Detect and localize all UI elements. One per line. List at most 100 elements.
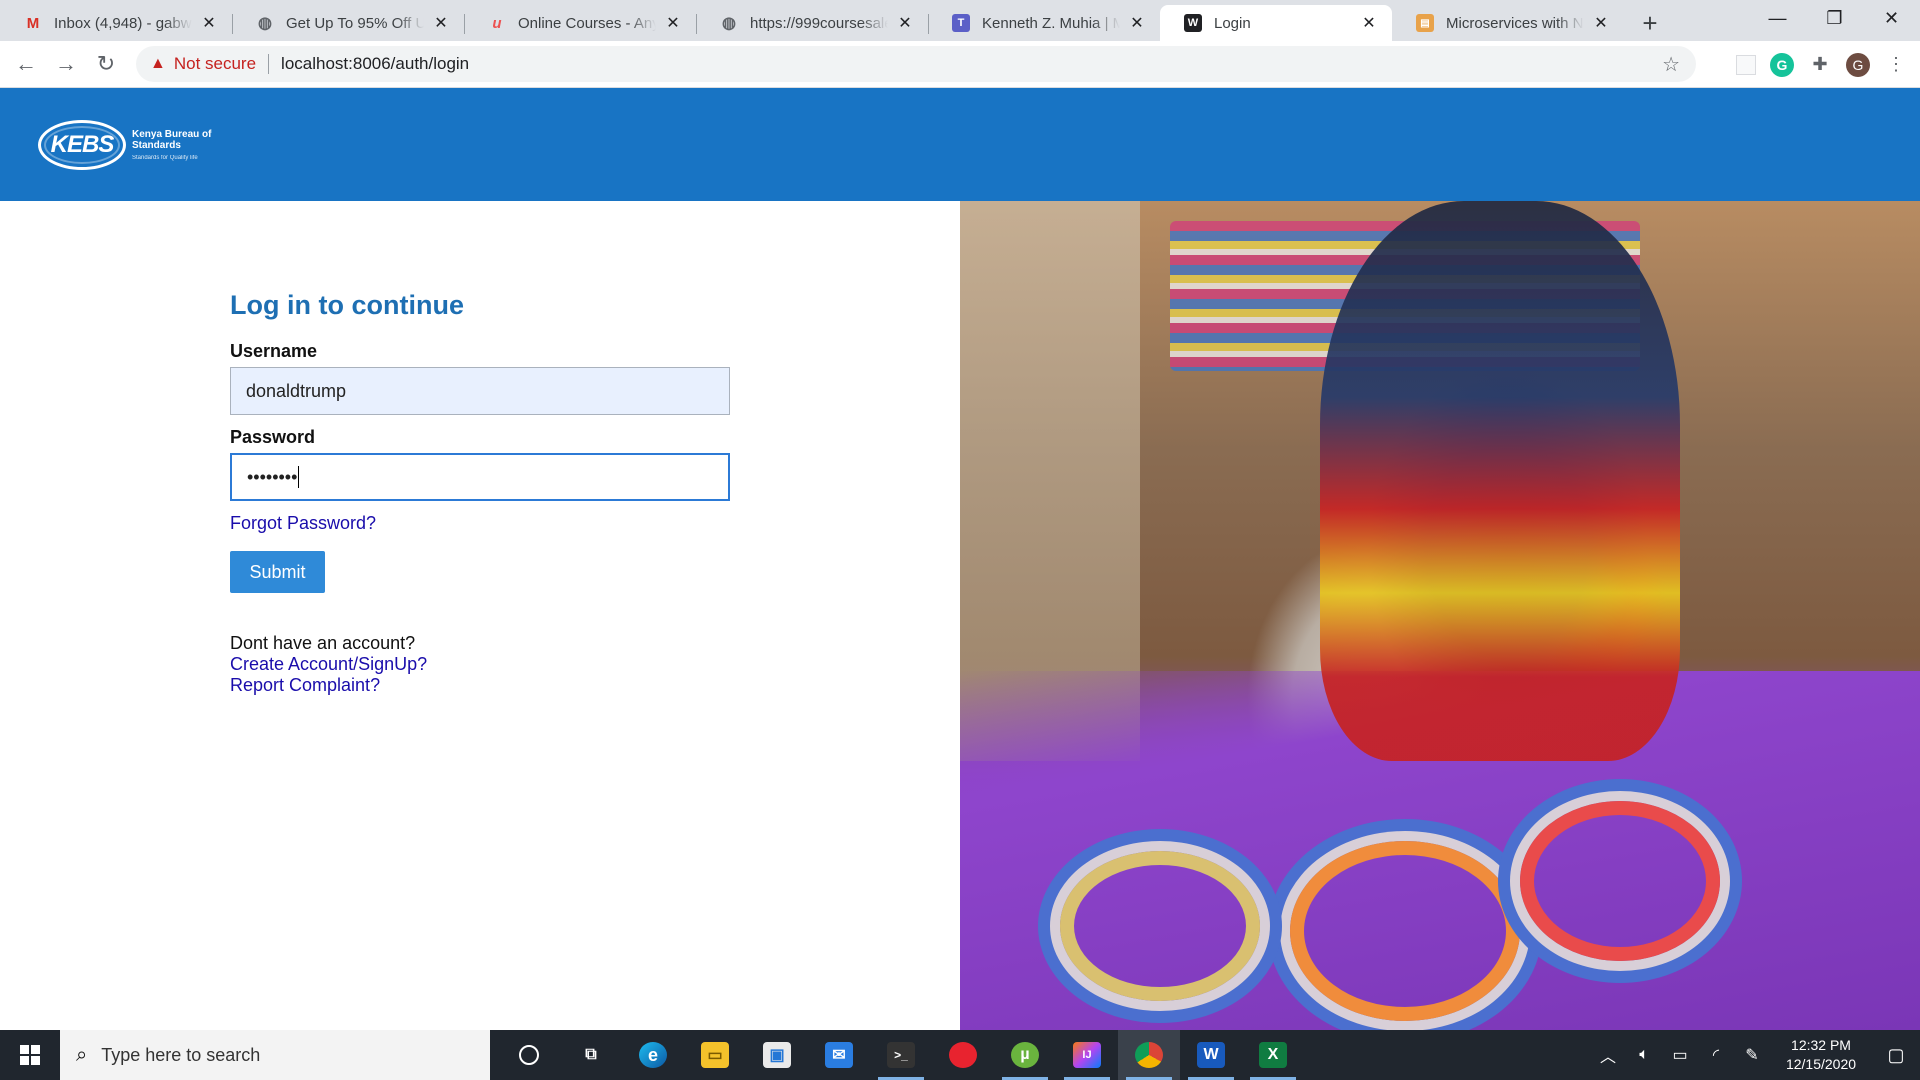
file-explorer-icon[interactable]: ▭ — [684, 1030, 746, 1080]
screen: M Inbox (4,948) - gabwor ✕ ◍ Get Up To 9… — [0, 0, 1920, 1080]
clock-date: 12/15/2020 — [1785, 1056, 1857, 1072]
tab-online-courses[interactable]: u Online Courses - Anytir ✕ — [464, 5, 696, 41]
store-icon[interactable]: ▣ — [746, 1030, 808, 1080]
tab-teams[interactable]: T Kenneth Z. Muhia | Mic ✕ — [928, 5, 1160, 41]
reload-button[interactable]: ↻ — [86, 44, 126, 84]
bead-necklace — [1520, 801, 1720, 961]
globe-icon: ◍ — [722, 15, 736, 32]
udemy-icon: u — [492, 14, 502, 32]
opera-icon[interactable]: O — [932, 1030, 994, 1080]
teams-icon: T — [952, 14, 970, 32]
notification-icon[interactable]: ▢ — [1872, 1030, 1920, 1080]
terminal-icon[interactable]: >_ — [870, 1030, 932, 1080]
w-icon: W — [1184, 14, 1202, 32]
login-form: Log in to continue Username donaldtrump … — [230, 201, 730, 696]
no-account-text: Dont have an account? — [230, 633, 416, 653]
window-controls: — ❐ ✕ — [1749, 0, 1920, 36]
windows-taskbar: ⌕ Type here to search O ⧉ e ▭ ▣ ✉ >_ O µ… — [0, 1030, 1920, 1080]
wifi-icon[interactable]: ◜ — [1698, 1045, 1734, 1065]
intellij-icon[interactable]: IJ — [1056, 1030, 1118, 1080]
puzzle-icon[interactable]: ✚ — [1808, 53, 1832, 77]
create-account-link[interactable]: Create Account/SignUp? — [230, 654, 730, 675]
extension-icon[interactable] — [1736, 54, 1756, 75]
logo-tagline: Standards for Quality life — [132, 154, 198, 161]
chevron-up-icon[interactable]: ︿ — [1590, 1043, 1626, 1067]
close-icon[interactable]: ✕ — [200, 14, 218, 32]
username-field[interactable]: donaldtrump — [230, 367, 730, 415]
tab-microservices[interactable]: ▤ Microservices with Noc ✕ — [1392, 5, 1624, 41]
password-value: •••••••• — [247, 466, 298, 487]
logo-line-1: Kenya Bureau of — [132, 128, 212, 140]
tab-udemy-offer[interactable]: ◍ Get Up To 95% Off Ude ✕ — [232, 5, 464, 41]
close-icon[interactable]: ✕ — [1360, 14, 1378, 32]
start-button[interactable] — [0, 1030, 60, 1080]
security-indicator[interactable]: Not secure — [174, 54, 256, 74]
page-content: KEBS Kenya Bureau of Standards Standards… — [0, 88, 1920, 1030]
globe-icon: ◍ — [258, 15, 272, 32]
book-icon: ▤ — [1416, 14, 1434, 32]
tab-title: Login — [1214, 14, 1251, 32]
close-window-button[interactable]: ✕ — [1863, 0, 1920, 36]
logo-mark: KEBS — [38, 120, 126, 170]
site-header: KEBS Kenya Bureau of Standards Standards… — [0, 88, 1920, 201]
username-label: Username — [230, 341, 318, 361]
tab-title: Get Up To 95% Off Ude — [286, 14, 424, 32]
excel-icon[interactable]: X — [1242, 1030, 1304, 1080]
kebs-logo[interactable]: KEBS Kenya Bureau of Standards Standards… — [38, 120, 211, 170]
clock-time: 12:32 PM — [1791, 1037, 1851, 1053]
minimize-button[interactable]: — — [1749, 0, 1806, 36]
menu-kebab-icon[interactable]: ⋮ — [1884, 53, 1908, 77]
mail-icon[interactable]: ✉ — [808, 1030, 870, 1080]
logo-text: Kenya Bureau of Standards Standards for … — [132, 129, 211, 162]
bookmark-star-icon[interactable]: ☆ — [1662, 52, 1680, 77]
volume-icon[interactable]: 🔈︎ — [1626, 1046, 1662, 1064]
battery-icon[interactable]: ▭ — [1662, 1045, 1698, 1065]
address-bar[interactable]: ▲ Not secure localhost:8006/auth/login ☆ — [136, 46, 1696, 82]
windows-logo-icon — [20, 1045, 40, 1065]
forgot-password-link[interactable]: Forgot Password? — [230, 513, 730, 534]
grammarly-icon[interactable]: G — [1770, 52, 1794, 77]
vendor-figure — [1320, 201, 1680, 761]
utorrent-icon[interactable]: µ — [994, 1030, 1056, 1080]
close-icon[interactable]: ✕ — [1592, 14, 1610, 32]
profile-avatar[interactable]: G — [1846, 52, 1870, 77]
bead-necklace — [1060, 851, 1260, 1001]
chrome-icon[interactable]: ◉ — [1118, 1030, 1180, 1080]
warning-icon: ▲ — [150, 55, 166, 72]
password-field[interactable]: •••••••• — [230, 453, 730, 501]
taskbar-apps: O ⧉ e ▭ ▣ ✉ >_ O µ IJ ◉ W X — [498, 1030, 1304, 1080]
search-icon: ⌕ — [76, 1043, 88, 1066]
system-tray: ︿ 🔈︎ ▭ ◜ ✎ 12:32 PM 12/15/2020 ▢ — [1590, 1030, 1920, 1080]
report-complaint-link[interactable]: Report Complaint? — [230, 675, 730, 696]
new-tab-button[interactable]: + — [1630, 5, 1670, 41]
clock[interactable]: 12:32 PM 12/15/2020 — [1776, 1036, 1866, 1074]
close-icon[interactable]: ✕ — [664, 14, 682, 32]
forward-button[interactable]: → — [46, 44, 86, 84]
divider — [268, 54, 270, 74]
bead-necklace — [1290, 841, 1520, 1021]
tab-login[interactable]: W Login ✕ — [1160, 5, 1392, 41]
restore-button[interactable]: ❐ — [1806, 0, 1863, 36]
cortana-icon[interactable]: O — [498, 1030, 560, 1080]
word-icon[interactable]: W — [1180, 1030, 1242, 1080]
task-view-icon[interactable]: ⧉ — [560, 1030, 622, 1080]
close-icon[interactable]: ✕ — [896, 14, 914, 32]
tab-title: https://999coursesale.c — [750, 14, 888, 32]
text-cursor — [298, 466, 300, 488]
tab-title: Online Courses - Anytir — [518, 14, 656, 32]
submit-button[interactable]: Submit — [230, 551, 325, 593]
close-icon[interactable]: ✕ — [1128, 14, 1146, 32]
url-text[interactable]: localhost:8006/auth/login — [281, 54, 469, 74]
close-icon[interactable]: ✕ — [432, 14, 450, 32]
tab-gmail[interactable]: M Inbox (4,948) - gabwor ✕ — [0, 5, 232, 41]
tab-title: Kenneth Z. Muhia | Mic — [982, 14, 1120, 32]
back-button[interactable]: ← — [6, 44, 46, 84]
tab-999coursesale[interactable]: ◍ https://999coursesale.c ✕ — [696, 5, 928, 41]
market-photo — [960, 201, 1920, 1030]
pen-icon[interactable]: ✎ — [1734, 1045, 1770, 1065]
password-label: Password — [230, 427, 316, 447]
page-title: Log in to continue — [230, 290, 464, 320]
search-placeholder: Type here to search — [101, 1044, 261, 1065]
edge-icon[interactable]: e — [622, 1030, 684, 1080]
taskbar-search[interactable]: ⌕ Type here to search — [60, 1030, 490, 1080]
